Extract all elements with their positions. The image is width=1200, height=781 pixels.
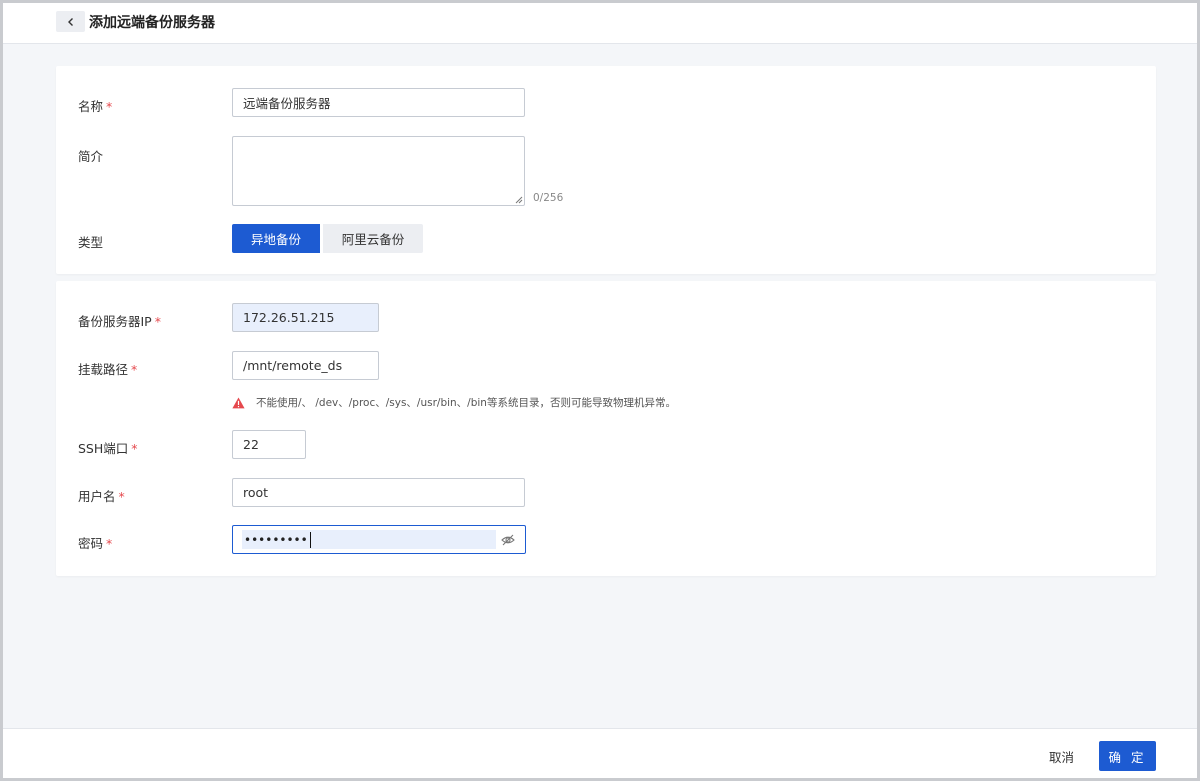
description-textarea[interactable] <box>232 136 525 206</box>
server-ip-value: 172.26.51.215 <box>243 310 335 325</box>
confirm-button[interactable]: 确 定 <box>1099 741 1156 771</box>
server-ip-label-text: 备份服务器IP <box>78 314 152 329</box>
required-mark: * <box>131 441 138 456</box>
server-ip-input[interactable]: 172.26.51.215 <box>232 303 379 332</box>
type-option-aliyun[interactable]: 阿里云备份 <box>323 224 423 253</box>
name-label: 名称 * <box>78 96 112 115</box>
name-input-value: 远端备份服务器 <box>243 96 331 111</box>
password-label-text: 密码 <box>78 536 104 551</box>
eye-off-icon[interactable] <box>501 533 515 547</box>
type-option-remote[interactable]: 异地备份 <box>232 224 320 253</box>
required-mark: * <box>131 362 138 377</box>
connection-card: 备份服务器IP * 172.26.51.215 挂载路径 * /mnt/remote… <box>56 281 1156 576</box>
username-label-text: 用户名 <box>78 489 116 504</box>
ssh-port-label-text: SSH端口 <box>78 441 129 456</box>
password-label: 密码 * <box>78 533 112 552</box>
resize-grip-icon[interactable] <box>515 196 523 204</box>
page-header: 添加远端备份服务器 <box>3 3 1197 44</box>
app-window: 添加远端备份服务器 名称 * 远端备份服务器 简介 0/256 类型 异地备份 阿… <box>0 0 1200 781</box>
username-label: 用户名 * <box>78 486 125 505</box>
warning-icon <box>232 397 245 408</box>
password-value: ••••••••• <box>244 532 308 547</box>
username-input[interactable]: root <box>232 478 525 507</box>
required-mark: * <box>154 314 161 329</box>
server-ip-label: 备份服务器IP * <box>78 311 161 330</box>
mount-path-label-text: 挂载路径 <box>78 362 129 377</box>
mount-path-warning: 不能使用/、 /dev、/proc、/sys、/usr/bin、/bin等系统目… <box>232 395 676 410</box>
text-caret <box>309 531 311 548</box>
ssh-port-input[interactable]: 22 <box>232 430 306 459</box>
name-input[interactable]: 远端备份服务器 <box>232 88 525 117</box>
ssh-port-label: SSH端口 * <box>78 438 138 457</box>
required-mark: * <box>106 99 113 114</box>
description-counter: 0/256 <box>533 192 564 204</box>
username-value: root <box>243 485 269 500</box>
cancel-button[interactable]: 取消 <box>1049 747 1074 766</box>
mount-path-input[interactable]: /mnt/remote_ds <box>232 351 379 380</box>
back-button[interactable] <box>56 11 85 32</box>
ssh-port-value: 22 <box>243 437 259 452</box>
description-label: 简介 <box>78 149 104 164</box>
name-label-text: 名称 <box>78 99 104 114</box>
chevron-left-icon <box>67 17 73 26</box>
warning-text: 不能使用/、 /dev、/proc、/sys、/usr/bin、/bin等系统目… <box>256 397 676 409</box>
type-label: 类型 <box>78 235 104 250</box>
required-mark: * <box>106 536 113 551</box>
password-field-fill: ••••••••• <box>242 530 496 549</box>
mount-path-value: /mnt/remote_ds <box>243 358 343 373</box>
page-footer: 取消 确 定 <box>3 728 1197 778</box>
page-title: 添加远端备份服务器 <box>89 15 215 31</box>
basic-info-card: 名称 * 远端备份服务器 简介 0/256 类型 异地备份 阿里云备份 <box>56 66 1156 274</box>
password-input[interactable]: ••••••••• <box>232 525 526 554</box>
mount-path-label: 挂载路径 * <box>78 359 137 378</box>
required-mark: * <box>118 489 125 504</box>
